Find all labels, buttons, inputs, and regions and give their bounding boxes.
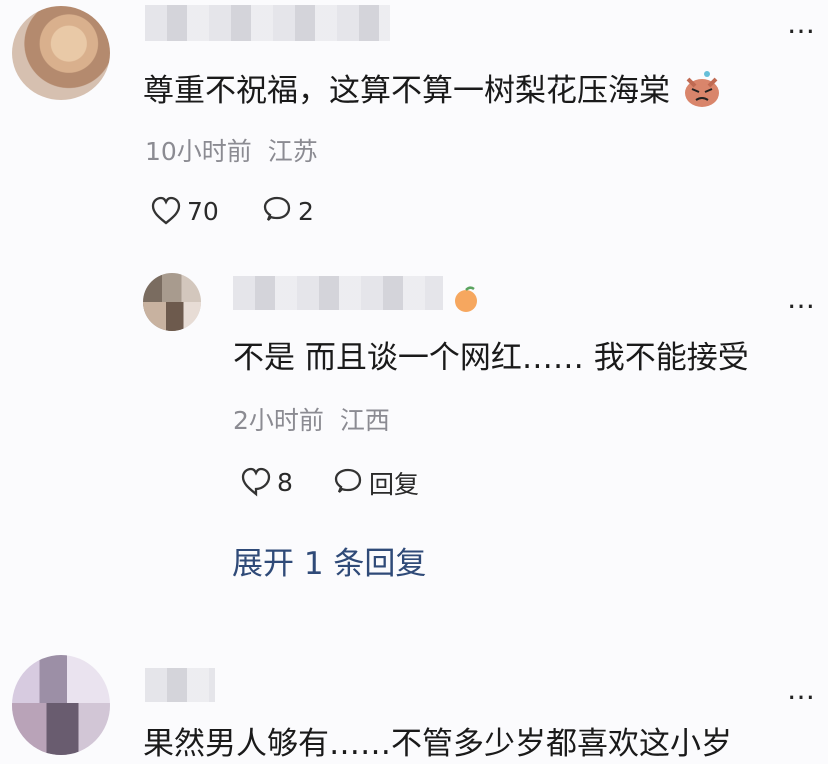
more-options-button[interactable]: … [787,676,818,704]
timestamp: 10小时前 [145,137,252,166]
expand-replies-link[interactable]: 展开 1 条回复 [232,544,426,584]
reply-meta: 2小时前 江西 [233,405,390,437]
heart-outline-icon [241,467,271,497]
heart-outline-icon [151,196,181,225]
like-button[interactable]: 8 [239,465,293,499]
like-button[interactable]: 70 [149,194,219,228]
more-options-button[interactable]: … [787,285,818,313]
comment-meta: 10小时前 江苏 [145,136,318,168]
avatar[interactable] [12,6,110,100]
reply-avatar[interactable] [143,273,201,331]
timestamp: 2小时前 [233,406,324,435]
reply-button[interactable]: 回复 [331,465,419,501]
comment-text: 果然男人够有……不管多少岁都喜欢这小岁 [143,726,732,762]
chat-bubble-icon [334,468,362,493]
reply-text: 不是 而且谈一个网红…… 我不能接受 [233,340,749,376]
angry-face-emoji-icon [684,71,719,107]
reply-count-button[interactable]: 2 [260,194,314,228]
username-blurred[interactable] [145,668,215,702]
like-count: 70 [187,196,219,226]
chat-bubble-icon [263,196,291,221]
avatar[interactable] [12,655,110,755]
like-count: 8 [277,467,293,497]
comment-text: 尊重不祝福，这算不算一树梨花压海棠 [143,69,722,111]
more-options-button[interactable]: … [787,10,818,38]
comment-text-value: 尊重不祝福，这算不算一树梨花压海棠 [143,73,670,109]
reply-label: 回复 [369,470,420,499]
reply-count: 2 [298,196,314,226]
location: 江西 [339,406,390,435]
reply-username-blurred[interactable] [233,276,443,310]
orange-badge-icon [455,286,477,312]
username-blurred[interactable] [145,5,390,41]
location: 江苏 [267,137,318,166]
